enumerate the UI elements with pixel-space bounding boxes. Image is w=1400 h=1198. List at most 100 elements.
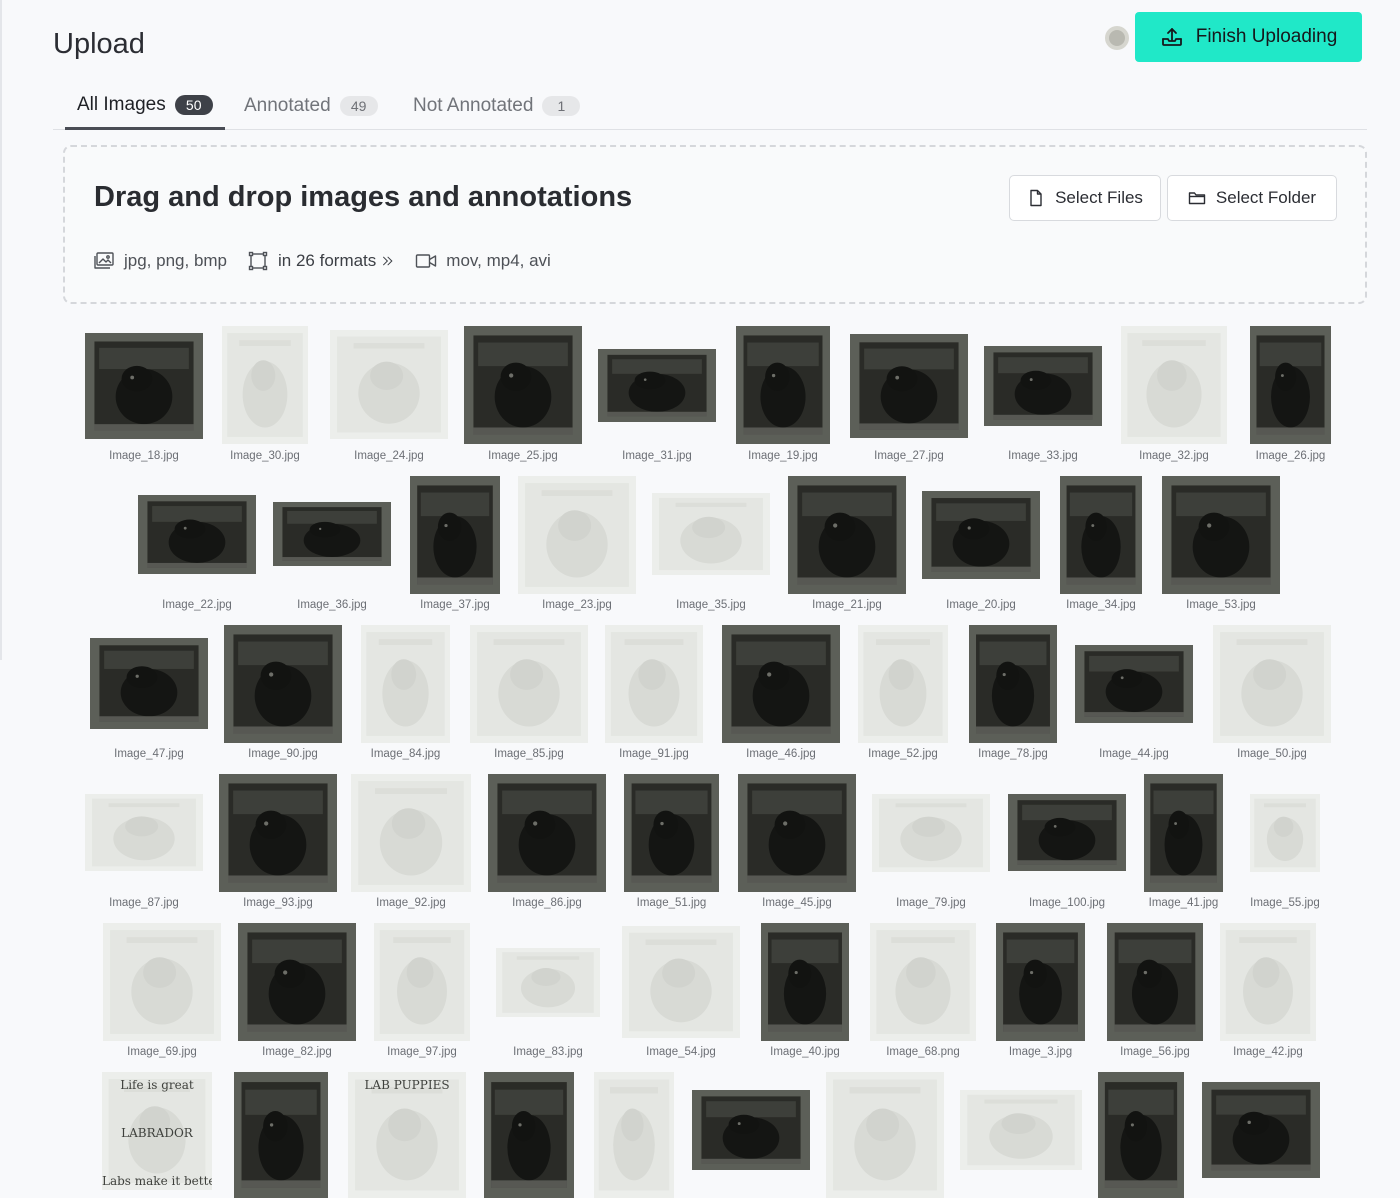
thumbnail-image [605, 625, 703, 743]
thumbnail-filename: Image_24.jpg [354, 450, 424, 462]
thumbnail-image [238, 923, 356, 1041]
thumbnail-filename: Image_90.jpg [248, 748, 318, 760]
thumbnail-image [234, 1072, 328, 1198]
double-chevron-right-icon [383, 256, 393, 266]
folder-icon [1188, 192, 1206, 205]
thumbnail-image [872, 794, 990, 872]
select-files-button[interactable]: Select Files [1009, 175, 1161, 221]
thumbnail-filename: Image_27.jpg [874, 450, 944, 462]
thumbnail-image [996, 923, 1085, 1041]
thumbnail-filename: Image_31.jpg [622, 450, 692, 462]
video-icon [416, 254, 437, 268]
thumbnail-filename: Image_93.jpg [243, 897, 313, 909]
thumbnail-image [85, 333, 203, 439]
thumbnail-image [692, 1090, 810, 1170]
thumbnail-image [496, 948, 600, 1017]
thumbnail-image [622, 926, 740, 1038]
thumbnail-filename: Image_42.jpg [1233, 1046, 1303, 1058]
thumbnail-image [1107, 923, 1203, 1041]
thumbnail-image [984, 346, 1102, 426]
tab-all-images[interactable]: All Images 50 [65, 82, 225, 130]
thumbnail-image [374, 923, 470, 1041]
thumbnail-image [624, 774, 719, 892]
thumbnail-filename: Image_87.jpg [109, 897, 179, 909]
thumbnail-image [788, 476, 906, 594]
thumbnail-filename: Image_20.jpg [946, 599, 1016, 611]
status-indicator-icon [1105, 26, 1129, 50]
image-formats-text: jpg, png, bmp [124, 251, 228, 270]
thumbnail-image [761, 923, 849, 1041]
thumbnail-image [1008, 794, 1126, 871]
thumbnail-filename: Image_46.jpg [746, 748, 816, 760]
page-title: Upload [53, 28, 145, 60]
thumbnail-image [960, 1090, 1082, 1170]
thumbnail-image [273, 502, 391, 566]
thumbnail-image [1250, 326, 1331, 444]
thumbnail-filename: Image_69.jpg [127, 1046, 197, 1058]
thumbnail-filename: Image_84.jpg [370, 748, 441, 760]
thumbnail-image [518, 476, 636, 594]
thumbnail-filename: Image_30.jpg [230, 450, 300, 462]
finish-uploading-label: Finish Uploading [1195, 26, 1338, 47]
thumbnail-image [736, 326, 830, 444]
image-filter-tabs: All Images 50 Annotated 49 Not Annotated… [53, 82, 1367, 130]
drop-zone[interactable]: Drag and drop images and annotations Sel… [63, 145, 1367, 304]
thumbnail-image [1098, 1072, 1184, 1198]
tab-count-badge: 50 [174, 94, 213, 115]
thumbnail-image [224, 625, 342, 743]
thumbnail-image [1162, 476, 1280, 594]
tab-label: Not Annotated [413, 95, 534, 116]
thumbnail-filename: Image_85.jpg [494, 748, 564, 760]
thumbnail-filename: Image_23.jpg [542, 599, 612, 611]
thumbnail-filename: Image_19.jpg [748, 450, 818, 462]
thumbnail-overlay-text: Life is great [120, 1078, 194, 1092]
thumbnail-filename: Image_51.jpg [636, 897, 707, 909]
video-formats-text: mov, mp4, avi [446, 251, 551, 270]
thumbnail-image [222, 326, 308, 444]
thumbnail-filename: Image_91.jpg [619, 748, 689, 760]
thumbnail-image [1060, 476, 1142, 594]
thumbnail-image [103, 923, 221, 1041]
annotation-formats-text: in 26 formats [278, 251, 377, 270]
thumbnail-filename: Image_55.jpg [1250, 897, 1320, 909]
tab-not-annotated[interactable]: Not Annotated 1 [401, 82, 592, 130]
thumbnail-filename: Image_33.jpg [1008, 450, 1078, 462]
thumbnail-image [1144, 774, 1223, 892]
images-icon [94, 252, 114, 269]
thumbnail-image [464, 326, 582, 444]
thumbnail-filename: Image_21.jpg [812, 599, 882, 611]
thumbnail-image [826, 1072, 944, 1198]
thumbnail-filename: Image_22.jpg [162, 599, 232, 611]
thumbnail-filename: Image_82.jpg [262, 1046, 332, 1058]
thumbnail-overlay-text: Labs make it better. [102, 1174, 212, 1188]
thumbnail-filename: Image_26.jpg [1255, 450, 1326, 462]
thumbnail-image [1213, 625, 1331, 743]
thumbnail-image [850, 334, 968, 438]
drop-zone-title: Drag and drop images and annotations [94, 181, 633, 213]
thumbnail-overlay-text: LABRADOR [121, 1126, 193, 1140]
thumbnail-filename: Image_50.jpg [1237, 748, 1307, 760]
thumbnail-image [594, 1072, 674, 1198]
thumbnail-image [722, 625, 840, 743]
annotation-formats-link[interactable]: in 26 formats [247, 251, 395, 271]
thumbnail-image [922, 491, 1040, 579]
thumbnail-filename: Image_35.jpg [676, 599, 746, 611]
thumbnail-filename: Image_83.jpg [513, 1046, 583, 1058]
video-formats: mov, mp4, avi [415, 251, 551, 271]
bounding-box-icon [248, 251, 268, 271]
thumbnail-image [1202, 1082, 1320, 1178]
finish-uploading-button[interactable]: Finish Uploading [1135, 12, 1362, 62]
thumbnail-filename: Image_45.jpg [762, 897, 832, 909]
thumbnail-image [858, 625, 948, 743]
select-folder-button[interactable]: Select Folder [1167, 175, 1337, 221]
thumbnail-image [330, 330, 448, 439]
thumbnail-image [969, 625, 1057, 743]
thumbnail-image [598, 349, 716, 422]
thumbnail-overlay-text: LAB PUPPIES [364, 1078, 450, 1092]
thumbnail-filename: Image_47.jpg [114, 748, 184, 760]
thumbnail-filename: Image_34.jpg [1066, 599, 1136, 611]
upload-tray-icon [1161, 28, 1182, 46]
tab-annotated[interactable]: Annotated 49 [232, 82, 390, 130]
supported-formats: jpg, png, bmp in 26 formats mov, mp4, av… [93, 249, 571, 273]
select-files-label: Select Files [1055, 188, 1143, 207]
